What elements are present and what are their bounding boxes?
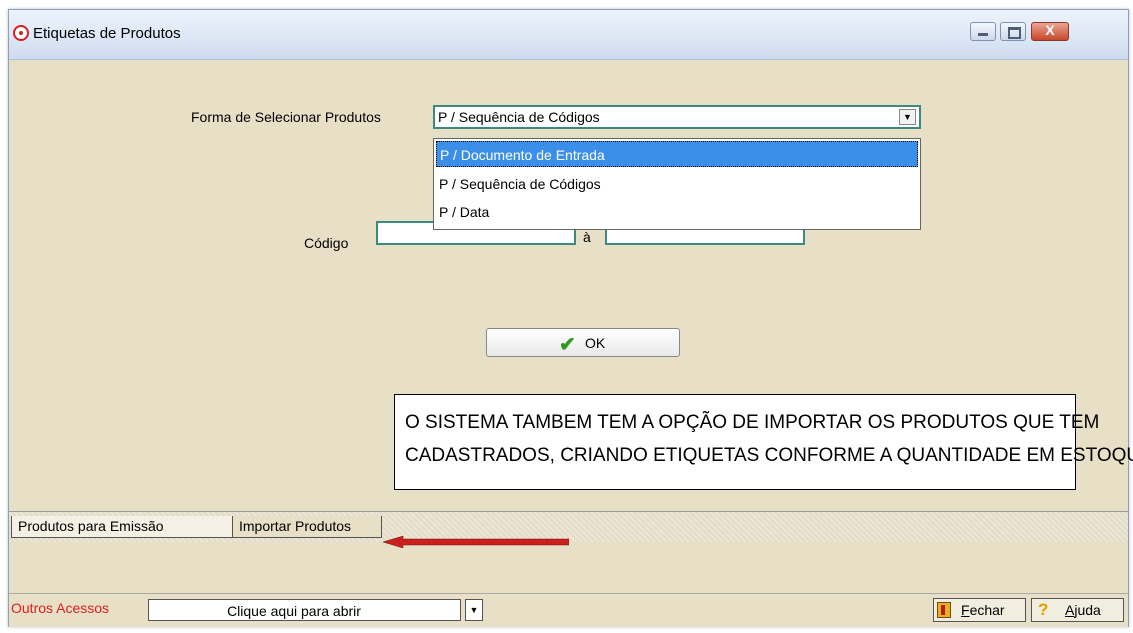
note-line-2: CADASTRADOS, CRIANDO ETIQUETAS CONFORME … bbox=[405, 445, 1133, 466]
ok-label: OK bbox=[585, 335, 606, 351]
outros-acessos-combo[interactable]: Clique aqui para abrir bbox=[148, 599, 461, 621]
red-arrow-icon bbox=[383, 536, 569, 548]
ajuda-label: Ajuda bbox=[1065, 599, 1101, 621]
annotation-note-box: O SISTEMA TAMBEM TEM A OPÇÃO DE IMPORTAR… bbox=[394, 394, 1133, 490]
ajuda-accel: A bbox=[1065, 602, 1075, 618]
check-icon: ✔ bbox=[559, 334, 576, 356]
close-symbol: X bbox=[1045, 22, 1055, 38]
select-mode-label: Forma de Selecionar Produtos bbox=[191, 109, 381, 125]
select-mode-combo[interactable]: P / Sequência de Códigos ▼ bbox=[433, 105, 921, 129]
tab-produtos-emissao[interactable]: Produtos para Emissão bbox=[11, 516, 233, 538]
minimize-icon[interactable] bbox=[970, 22, 996, 41]
outros-acessos-text: Clique aqui para abrir bbox=[227, 603, 361, 619]
option-sequencia-codigos[interactable]: P / Sequência de Códigos bbox=[436, 171, 918, 197]
fechar-rest: echar bbox=[969, 602, 1005, 618]
option-documento-entrada[interactable]: P / Documento de Entrada bbox=[436, 141, 918, 167]
close-icon[interactable]: X bbox=[1031, 22, 1069, 41]
bottom-bar: Outros Acessos Clique aqui para abrir ▼ … bbox=[9, 593, 1128, 627]
window-title: Etiquetas de Produtos bbox=[33, 25, 181, 42]
dropdown-arrow-icon[interactable]: ▼ bbox=[465, 599, 483, 621]
select-mode-dropdown-list: P / Documento de Entrada P / Sequência d… bbox=[433, 138, 921, 230]
range-separator: à bbox=[583, 229, 591, 245]
ajuda-button[interactable]: ? Ajuda bbox=[1031, 598, 1124, 622]
fechar-label: Fechar bbox=[961, 599, 1005, 621]
app-icon bbox=[13, 25, 29, 41]
tab-importar-produtos[interactable]: Importar Produtos bbox=[232, 516, 382, 538]
door-exit-icon bbox=[937, 602, 951, 618]
select-mode-value: P / Sequência de Códigos bbox=[438, 109, 600, 125]
ok-button[interactable]: ✔ OK bbox=[486, 328, 680, 357]
codigo-label: Código bbox=[304, 235, 349, 251]
fechar-accel: F bbox=[961, 602, 970, 618]
ajuda-rest: juda bbox=[1074, 602, 1101, 618]
outros-acessos-label: Outros Acessos bbox=[11, 600, 110, 616]
dropdown-arrow-icon[interactable]: ▼ bbox=[899, 109, 916, 125]
maximize-icon[interactable] bbox=[1000, 22, 1026, 41]
title-bar: Etiquetas de Produtos X bbox=[9, 10, 1128, 60]
note-line-1: O SISTEMA TAMBEM TEM A OPÇÃO DE IMPORTAR… bbox=[405, 412, 1100, 433]
option-data[interactable]: P / Data bbox=[436, 199, 918, 225]
help-icon: ? bbox=[1038, 600, 1049, 619]
main-window: Etiquetas de Produtos X Forma de Selecio… bbox=[8, 9, 1133, 627]
fechar-button[interactable]: Fechar bbox=[933, 598, 1026, 622]
